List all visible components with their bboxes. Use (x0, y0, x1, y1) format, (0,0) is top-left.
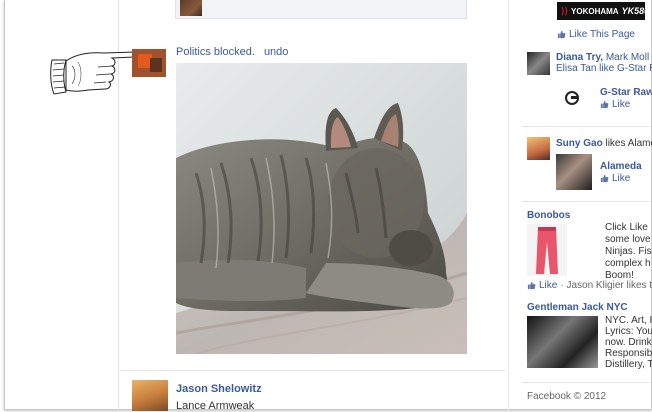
friend-name-diana[interactable]: Diana Try, (556, 52, 603, 63)
bonobos-like-button[interactable]: Like (539, 280, 557, 291)
gentleman-jack-ad-image[interactable] (527, 316, 598, 368)
ad-desc-line: Ninjas. Fis (605, 246, 652, 257)
next-post-author[interactable]: Jason Shelowitz (176, 383, 262, 395)
next-post-avatar[interactable] (132, 380, 168, 411)
gstar-page-name[interactable]: G-Star Raw (600, 87, 652, 98)
copyright-text: Facebook © 2012 (527, 391, 607, 402)
bonobos-ad-image[interactable] (527, 224, 567, 276)
gstar-like-label: Like (612, 99, 631, 110)
gstar-logo-icon[interactable] (564, 90, 580, 106)
blocked-notice-text: Politics blocked. (176, 46, 255, 58)
like-this-page-link[interactable]: Like This Page (557, 29, 635, 40)
column-divider (508, 0, 509, 411)
undo-link[interactable]: undo (264, 46, 288, 58)
friend-name-mark[interactable]: Mark Moll a (606, 52, 652, 63)
previous-post-box (175, 0, 467, 19)
sidebar-separator (522, 382, 650, 383)
cat-photo[interactable] (176, 63, 467, 354)
ad-desc-line: Distillery, T (605, 359, 652, 370)
previous-post-thumbnail (180, 0, 202, 16)
ad-desc-line: Responsib (605, 348, 652, 359)
thumbs-up-icon (600, 100, 609, 109)
friend-avatar[interactable] (527, 137, 550, 160)
social-context-2-rest: likes Alamed (605, 138, 652, 149)
thumbs-up-icon (600, 174, 609, 183)
sidebar-separator (522, 126, 650, 127)
blocked-notice: Politics blocked. undo (176, 46, 288, 58)
gentleman-jack-ad-description: NYC. Art, I Lyrics: You now. Drink Respo… (605, 315, 652, 370)
next-post-text: Lance Armweak (176, 400, 255, 412)
yokohama-logo-icon: ⟩⟩ (561, 5, 569, 16)
pointing-hand-icon (50, 49, 166, 95)
bonobos-social-context: · Jason Kligier likes this (560, 280, 652, 291)
gentleman-jack-ad-title[interactable]: Gentleman Jack NYC (527, 302, 628, 313)
ad-desc-line: some love (605, 234, 651, 245)
alameda-page-name[interactable]: Alameda (600, 161, 642, 172)
yokohama-ad-banner[interactable]: ⟩⟩ YOKOHAMA YK580 (557, 2, 649, 20)
thumbs-up-icon (527, 281, 536, 290)
social-context-2: Suny Gao likes Alamed (556, 138, 652, 149)
gstar-like-button[interactable]: Like (600, 99, 630, 110)
social-context-1: Diana Try, Mark Moll a (556, 52, 652, 63)
ad-brand: YOKOHAMA (571, 6, 619, 16)
social-context-1-line2: Elisa Tan like G-Star Ra (556, 63, 652, 74)
ad-desc-line: Lyrics: You (605, 326, 652, 337)
post-separator (120, 370, 505, 371)
friend-name-suny[interactable]: Suny Gao (556, 138, 603, 149)
like-this-page-label: Like This Page (569, 29, 635, 40)
alameda-page-image[interactable] (556, 154, 592, 190)
ad-model: YK580 (621, 6, 650, 16)
bonobos-like-row: Like · Jason Kligier likes this (527, 280, 652, 291)
friend-avatar[interactable] (527, 52, 550, 75)
ad-desc-line: now. Drink (605, 337, 652, 348)
sidebar-separator (522, 201, 650, 202)
thumbs-up-icon (557, 30, 566, 39)
bonobos-ad-title[interactable]: Bonobos (527, 210, 570, 221)
ad-desc-line: Click Like (605, 222, 648, 233)
ad-desc-line: NYC. Art, I (605, 315, 652, 326)
alameda-like-label: Like (612, 173, 631, 184)
bonobos-ad-description: Click Like some love Ninjas. Fis complex… (605, 222, 652, 282)
ad-desc-line: complex h (605, 258, 651, 269)
alameda-like-button[interactable]: Like (600, 173, 630, 184)
